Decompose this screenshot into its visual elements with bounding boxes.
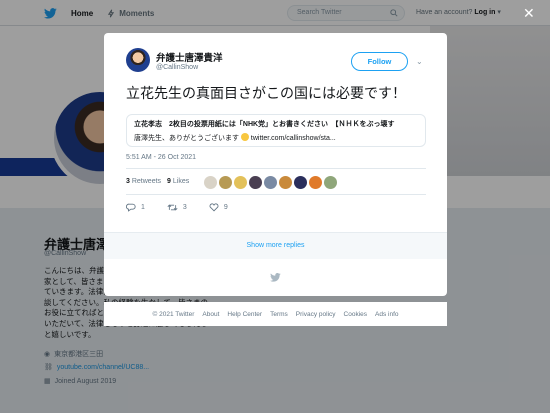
liker-avatar[interactable] bbox=[204, 176, 217, 189]
retweet-button[interactable]: 3 bbox=[167, 203, 187, 212]
smiling-face-emoji-icon bbox=[240, 133, 249, 141]
author-avatar[interactable] bbox=[126, 48, 150, 72]
liker-avatar[interactable] bbox=[249, 176, 262, 189]
tweet-timestamp[interactable]: 5:51 AM - 26 Oct 2021 bbox=[126, 154, 196, 161]
retweets-label: Retweets bbox=[131, 178, 162, 185]
tweet-actions: 1 3 9 bbox=[126, 203, 250, 212]
quote-title: 立花孝志 2枚目の投票用紙には「NHK党」とお書きください 【ＮＨＫをぶっ壊す bbox=[134, 121, 395, 128]
footer-link[interactable]: Terms bbox=[270, 311, 288, 318]
footer-link[interactable]: Cookies bbox=[344, 311, 367, 318]
reply-button[interactable]: 1 bbox=[126, 203, 145, 212]
show-more-replies-button[interactable]: Show more replies bbox=[104, 233, 447, 259]
follow-button[interactable]: Follow bbox=[351, 52, 408, 71]
divider bbox=[126, 194, 426, 195]
quote-link[interactable]: twitter.com/callinshow/sta... bbox=[251, 135, 336, 142]
liker-avatar[interactable] bbox=[219, 176, 232, 189]
divider bbox=[126, 168, 426, 169]
like-count: 9 bbox=[223, 204, 228, 211]
tweet-text: 立花先生の真面目さがこの国には必要です！ bbox=[126, 85, 406, 101]
twitter-bird-icon bbox=[270, 273, 281, 282]
footer-link[interactable]: Ads info bbox=[375, 311, 399, 318]
liker-avatar[interactable] bbox=[234, 176, 247, 189]
author-name[interactable]: 弁護士唐澤貴洋 bbox=[156, 50, 223, 64]
reply-count: 1 bbox=[141, 204, 145, 211]
liker-avatars bbox=[204, 176, 337, 189]
quoted-tweet-card[interactable]: 立花孝志 2枚目の投票用紙には「NHK党」とお書きください 【ＮＨＫをぶっ壊す … bbox=[126, 114, 426, 147]
tweet-stats: 3 Retweets 9 Likes bbox=[126, 178, 189, 185]
site-footer: © 2021 Twitter About Help Center Terms Priva… bbox=[104, 302, 447, 326]
author-handle[interactable]: @CallinShow bbox=[156, 64, 198, 71]
close-icon[interactable]: ✕ bbox=[523, 6, 535, 20]
retweet-count: 3 bbox=[182, 204, 187, 211]
liker-avatar[interactable] bbox=[309, 176, 322, 189]
liker-avatar[interactable] bbox=[264, 176, 277, 189]
chevron-down-icon[interactable]: ⌄ bbox=[416, 57, 423, 66]
liker-avatar[interactable] bbox=[294, 176, 307, 189]
copyright-text: © 2021 Twitter bbox=[152, 310, 195, 318]
likes-stat[interactable]: 9 Likes bbox=[167, 178, 189, 185]
reply-icon bbox=[126, 203, 136, 212]
tweet-modal: 弁護士唐澤貴洋 @CallinShow Follow ⌄ 立花先生の真面目さがこ… bbox=[104, 33, 447, 296]
liker-avatar[interactable] bbox=[279, 176, 292, 189]
footer-link[interactable]: Privacy policy bbox=[296, 311, 336, 318]
heart-icon bbox=[209, 203, 219, 212]
retweet-icon bbox=[167, 204, 178, 211]
likes-count: 9 bbox=[167, 178, 171, 185]
retweets-count: 3 bbox=[126, 178, 130, 185]
liker-avatar[interactable] bbox=[324, 176, 337, 189]
likes-label: Likes bbox=[172, 178, 190, 185]
quote-body: 唐澤先生、ありがとうございます twitter.com/callinshow/s… bbox=[134, 133, 425, 143]
quote-text: 唐澤先生、ありがとうございます bbox=[134, 135, 239, 142]
retweets-stat[interactable]: 3 Retweets bbox=[126, 178, 161, 185]
modal-footer bbox=[104, 259, 447, 296]
like-button[interactable]: 9 bbox=[209, 203, 228, 212]
footer-link[interactable]: Help Center bbox=[227, 311, 262, 318]
footer-link[interactable]: About bbox=[202, 311, 219, 318]
